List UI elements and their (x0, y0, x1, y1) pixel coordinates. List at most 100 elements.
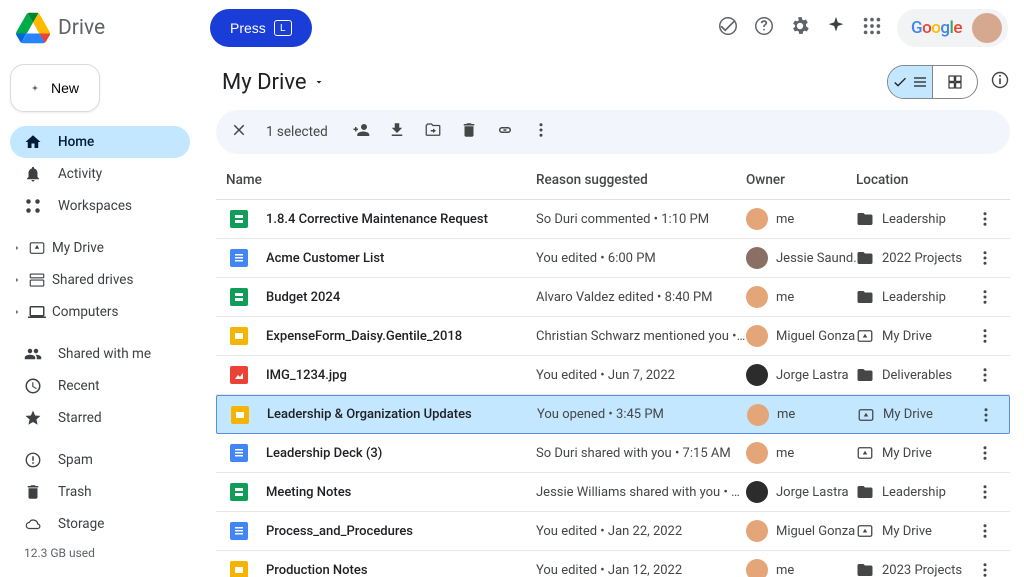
main-header: My Drive (216, 56, 1016, 108)
table-row[interactable]: IMG_1234.jpgYou edited • Jun 7, 2022Jorg… (216, 356, 1010, 395)
owner-name: Miguel Gonza… (776, 524, 856, 539)
drive-icon (856, 444, 874, 462)
move-button[interactable] (424, 121, 442, 143)
owner-avatar (746, 442, 768, 464)
table-row[interactable]: Leadership & Organization UpdatesYou ope… (216, 395, 1010, 434)
col-reason[interactable]: Reason suggested (536, 172, 746, 188)
file-location[interactable]: My Drive (857, 406, 967, 424)
sidebar-item-label: Trash (58, 484, 92, 500)
folder-icon (856, 483, 874, 501)
table-row[interactable]: Leadership Deck (3)So Duri shared with y… (216, 434, 1010, 473)
row-more-button[interactable] (966, 561, 1004, 577)
sidebar-item-home[interactable]: Home (10, 126, 190, 158)
owner-avatar (746, 208, 768, 230)
sidebar-item-label: Home (58, 134, 94, 150)
selection-toolbar: 1 selected (216, 110, 1010, 154)
file-location[interactable]: My Drive (856, 444, 966, 462)
press-button[interactable]: Press L (210, 9, 312, 47)
apps-icon[interactable] (861, 15, 883, 41)
col-name[interactable]: Name (226, 172, 536, 188)
sidebar-item-label: Storage (58, 516, 104, 532)
table-row[interactable]: ExpenseForm_Daisy.Gentile_2018Christian … (216, 317, 1010, 356)
details-icon[interactable] (990, 70, 1010, 94)
sidebar-item-my-drive[interactable]: My Drive (10, 232, 190, 264)
row-more-button[interactable] (966, 366, 1004, 384)
file-location[interactable]: 2023 Projects (856, 561, 966, 577)
sidebar-item-shared-drives[interactable]: Shared drives (10, 264, 190, 296)
image-file-icon (230, 366, 248, 384)
row-more-button[interactable] (966, 327, 1004, 345)
offline-ready-icon[interactable] (717, 15, 739, 41)
get-link-button[interactable] (496, 121, 514, 143)
table-row[interactable]: Meeting NotesJessie Williams shared with… (216, 473, 1010, 512)
file-location[interactable]: My Drive (856, 522, 966, 540)
app-name: Drive (58, 16, 105, 40)
reason-suggested: You edited • Jan 22, 2022 (536, 524, 746, 539)
sheets-file-icon (230, 483, 248, 501)
file-location[interactable]: Leadership (856, 210, 966, 228)
sidebar-item-computers[interactable]: Computers (10, 296, 190, 328)
sidebar-item-label: Spam (58, 452, 93, 468)
app-logo[interactable]: Drive (16, 11, 200, 45)
gemini-icon[interactable] (825, 15, 847, 41)
row-more-button[interactable] (966, 288, 1004, 306)
sheets-file-icon (230, 210, 248, 228)
more-actions-button[interactable] (532, 121, 550, 143)
row-more-button[interactable] (967, 406, 1005, 424)
sidebar-item-starred[interactable]: Starred (10, 402, 190, 434)
row-more-button[interactable] (966, 249, 1004, 267)
file-location[interactable]: 2022 Projects (856, 249, 966, 267)
owner-avatar (746, 481, 768, 503)
bell-icon (24, 165, 42, 183)
clear-selection-button[interactable] (230, 121, 248, 143)
list-view-button[interactable] (888, 66, 932, 98)
reason-suggested: You edited • Jun 7, 2022 (536, 368, 746, 383)
reason-suggested: You edited • 6:00 PM (536, 251, 746, 266)
sidebar-item-storage[interactable]: Storage (10, 508, 190, 540)
location-dropdown[interactable]: My Drive (222, 70, 325, 95)
delete-button[interactable] (460, 121, 478, 143)
col-location[interactable]: Location (856, 172, 966, 188)
sidebar-item-label: Activity (58, 166, 102, 182)
folder-icon (856, 288, 874, 306)
download-button[interactable] (388, 121, 406, 143)
settings-icon[interactable] (789, 15, 811, 41)
table-row[interactable]: Production NotesYou edited • Jan 12, 202… (216, 551, 1010, 577)
share-button[interactable] (352, 121, 370, 143)
reason-suggested: So Duri commented • 1:10 PM (536, 212, 746, 227)
sidebar-item-workspaces[interactable]: Workspaces (10, 190, 190, 222)
reason-suggested: Jessie Williams shared with you • … (536, 485, 746, 500)
reason-suggested: Christian Schwarz mentioned you • … (536, 329, 746, 344)
file-location[interactable]: Leadership (856, 288, 966, 306)
selection-count: 1 selected (266, 124, 328, 140)
owner-name: me (776, 290, 794, 305)
col-owner[interactable]: Owner (746, 172, 856, 188)
row-more-button[interactable] (966, 483, 1004, 501)
file-location[interactable]: My Drive (856, 327, 966, 345)
owner-name: me (777, 407, 795, 422)
sidebar-item-label: Workspaces (58, 198, 132, 214)
row-more-button[interactable] (966, 444, 1004, 462)
account-pill[interactable]: Google (897, 9, 1008, 47)
table-row[interactable]: Budget 2024Alvaro Valdez edited • 8:40 P… (216, 278, 1010, 317)
grid-view-button[interactable] (933, 66, 977, 98)
plus-icon (31, 78, 39, 98)
owner-name: Jorge Lastra (776, 485, 849, 500)
file-location[interactable]: Leadership (856, 483, 966, 501)
sidebar-item-trash[interactable]: Trash (10, 476, 190, 508)
drive-logo-icon (16, 11, 50, 45)
sidebar-item-spam[interactable]: Spam (10, 444, 190, 476)
sidebar-item-recent[interactable]: Recent (10, 370, 190, 402)
row-more-button[interactable] (966, 210, 1004, 228)
table-row[interactable]: 1.8.4 Corrective Maintenance RequestSo D… (216, 200, 1010, 239)
row-more-button[interactable] (966, 522, 1004, 540)
file-name: Leadership Deck (3) (266, 446, 382, 461)
sidebar-item-shared-with-me[interactable]: Shared with me (10, 338, 190, 370)
help-icon[interactable] (753, 15, 775, 41)
sidebar-item-activity[interactable]: Activity (10, 158, 190, 190)
file-location[interactable]: Deliverables (856, 366, 966, 384)
table-row[interactable]: Acme Customer ListYou edited • 6:00 PMJe… (216, 239, 1010, 278)
table-row[interactable]: Process_and_ProceduresYou edited • Jan 2… (216, 512, 1010, 551)
sidebar-item-label: Shared with me (58, 346, 151, 362)
new-button[interactable]: New (10, 64, 100, 112)
